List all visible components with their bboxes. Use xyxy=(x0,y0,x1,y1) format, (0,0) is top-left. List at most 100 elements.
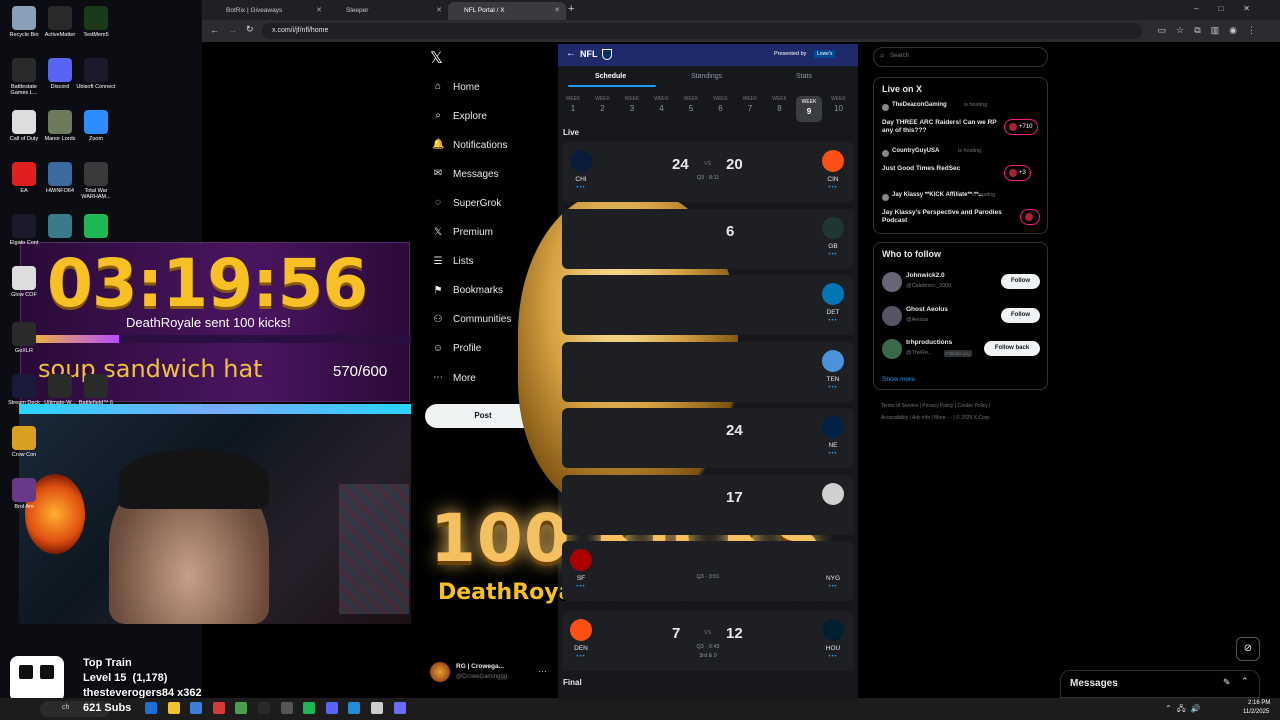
tab-sleeper[interactable]: Sleeper ✕ xyxy=(330,2,448,20)
space-title[interactable]: Day THREE ARC Raiders! Can we RP any of … xyxy=(882,119,1002,136)
week-7[interactable]: WEEK 7 xyxy=(737,96,763,113)
tab-nfl-portal[interactable]: NFL Portal / X ✕ xyxy=(448,2,566,20)
footer-links[interactable]: Terms of Service | Privacy Policy | Cook… xyxy=(881,403,990,409)
desktop-icon[interactable]: Zoom xyxy=(76,110,116,142)
desktop-icon[interactable]: Crow Con xyxy=(4,426,44,458)
taskbar-app-icon[interactable] xyxy=(303,702,316,714)
search-input[interactable]: ⌕ Search xyxy=(873,47,1048,67)
taskbar-app-icon[interactable] xyxy=(212,702,225,714)
desktop-icon[interactable]: HWiNFO64 xyxy=(40,162,80,194)
address-bar[interactable]: x.com/i/jf/nfl/home xyxy=(262,23,1142,39)
nav-item-notifications[interactable]: 🔔 Notifications xyxy=(432,139,507,151)
week-5[interactable]: WEEK 5 xyxy=(678,96,704,113)
footer-links-2[interactable]: Accessibility | Ads info | More ··· | © … xyxy=(881,415,991,421)
nav-item-more[interactable]: ⋯ More xyxy=(432,372,476,384)
chevron-up-icon[interactable]: ⌃ xyxy=(1241,676,1249,687)
minimize-icon[interactable]: – xyxy=(1194,4,1218,13)
account-switcher[interactable]: RG | Crowega... @CroweGaminggg ⋯ xyxy=(428,660,550,686)
follow-name[interactable]: trhproductions xyxy=(906,339,952,346)
follow-button[interactable]: Follow back xyxy=(984,341,1040,356)
week-4[interactable]: WEEK 4 xyxy=(649,96,675,113)
x-logo[interactable]: 𝕏 xyxy=(430,48,443,68)
sidepanel-icon[interactable]: ▥ xyxy=(1211,25,1230,35)
desktop-icon[interactable]: EA xyxy=(4,162,44,194)
desktop-icon[interactable]: ActiveMatter xyxy=(40,6,80,38)
host-name[interactable]: Jay Klassy **KICK Affiliate** **... xyxy=(892,192,983,198)
game-card[interactable]: DEN HOU ••• ••• 7 12 VS Q3 · 9:43 3rd & 9 xyxy=(562,611,854,671)
close-icon[interactable]: ✕ xyxy=(436,6,442,14)
host-name[interactable]: TheDeaconGaming xyxy=(892,102,947,108)
nav-item-profile[interactable]: ☺ Profile xyxy=(432,343,481,355)
game-card[interactable]: NE ••• 24 xyxy=(562,408,854,468)
taskbar-app-icon[interactable] xyxy=(167,702,180,714)
week-2[interactable]: WEEK 2 xyxy=(590,96,616,113)
live-listeners-badge[interactable]: +710 xyxy=(1004,119,1038,135)
nav-item-explore[interactable]: ⌕ Explore xyxy=(432,110,487,122)
game-card[interactable]: SF NYG ••• ••• Q3 · 3:01 xyxy=(562,541,854,601)
maximize-icon[interactable]: □ xyxy=(1218,4,1243,13)
follow-name[interactable]: Ghost Aeolus xyxy=(906,306,948,313)
show-more-link[interactable]: Show more xyxy=(882,376,915,383)
follow-button[interactable]: Follow xyxy=(1001,274,1040,289)
nav-item-supergrok[interactable]: ◌ SuperGrok xyxy=(432,197,501,209)
game-card[interactable]: 17 xyxy=(562,474,854,535)
desktop-icon[interactable]: Battlestate Games L... xyxy=(4,58,44,96)
taskbar-app-icon[interactable] xyxy=(190,702,203,714)
follow-name[interactable]: Johnwick2.0 xyxy=(906,272,945,279)
nav-item-bookmarks[interactable]: ⚑ Bookmarks xyxy=(432,285,504,297)
grok-button[interactable]: ⊘ xyxy=(1236,637,1260,661)
space-title[interactable]: Jay Klassy's Perspective and Parodies Po… xyxy=(882,209,1002,226)
host-name[interactable]: CountryGuyUSA xyxy=(892,148,939,154)
desktop-icon[interactable]: GoXLR xyxy=(4,322,44,354)
desktop-icon[interactable] xyxy=(76,214,116,240)
desktop-icon[interactable]: Ubisoft Connect xyxy=(76,58,116,90)
week-3[interactable]: WEEK 3 xyxy=(619,96,645,113)
desktop-icon[interactable] xyxy=(40,214,80,240)
close-icon[interactable]: ✕ xyxy=(316,6,322,14)
follow-button[interactable]: Follow xyxy=(1001,308,1040,323)
live-listeners-badge[interactable] xyxy=(1020,209,1040,225)
tab-stats[interactable]: Stats xyxy=(796,73,812,80)
taskbar-app-icon[interactable] xyxy=(280,702,293,714)
nav-item-lists[interactable]: ☰ Lists xyxy=(432,256,474,268)
taskbar-app-icon[interactable] xyxy=(348,702,361,714)
star-icon[interactable]: ☆ xyxy=(1176,25,1194,35)
game-card[interactable]: DET ••• xyxy=(562,275,854,335)
install-icon[interactable]: ▭ xyxy=(1158,25,1177,35)
game-card[interactable]: CHI CIN ••• ••• 24 20 VS Q3 · 8:11 xyxy=(562,142,854,202)
new-tab-button[interactable]: + xyxy=(568,3,574,15)
tab-standings[interactable]: Standings xyxy=(691,73,722,80)
taskbar-app-icon[interactable] xyxy=(371,702,383,714)
desktop-icon[interactable]: Stream Deck xyxy=(4,374,44,406)
reload-icon[interactable]: ↻ xyxy=(246,24,254,35)
game-card[interactable]: TEN ••• xyxy=(562,341,854,402)
desktop-icon[interactable]: TestMem5 xyxy=(76,6,116,38)
menu-icon[interactable]: ⋮ xyxy=(1247,25,1266,35)
nav-item-home[interactable]: ⌂ Home xyxy=(432,81,480,93)
desktop-icon[interactable]: Ultimate-W... xyxy=(40,374,80,406)
desktop-icon[interactable]: Recycle Bin xyxy=(4,6,44,38)
tab-schedule[interactable]: Schedule xyxy=(595,73,626,80)
tab-botrix[interactable]: BotRix | Giveaways ✕ xyxy=(210,2,328,20)
space-title[interactable]: Just Good Times RedSec xyxy=(882,165,1002,173)
nav-item-messages[interactable]: ✉ Messages xyxy=(432,168,499,180)
taskbar-app-icon[interactable] xyxy=(145,702,157,714)
week-6[interactable]: WEEK 6 xyxy=(708,96,734,113)
nav-item-premium[interactable]: 𝕏 Premium xyxy=(432,227,493,239)
forward-icon[interactable]: → xyxy=(228,25,237,35)
desktop-icon[interactable]: Total War WARHAM... xyxy=(76,162,116,200)
nav-item-communities[interactable]: ⚇ Communities xyxy=(432,314,512,326)
desktop-icon[interactable]: Discord xyxy=(40,58,80,90)
taskbar-app-icon[interactable] xyxy=(325,702,338,714)
game-card[interactable]: GB ••• 6 xyxy=(562,208,854,269)
week-9[interactable]: WEEK 9 xyxy=(796,96,822,122)
taskbar-app-icon[interactable] xyxy=(393,702,406,714)
week-10[interactable]: WEEK 10 xyxy=(826,96,852,113)
desktop-icon[interactable]: Glow COF xyxy=(4,266,44,298)
desktop-icon[interactable]: Brol Am xyxy=(4,478,44,510)
profile-avatar-icon[interactable]: ◉ xyxy=(1229,25,1247,35)
taskbar-app-icon[interactable] xyxy=(235,702,248,714)
more-icon[interactable]: ⋯ xyxy=(538,666,547,677)
taskbar-app-icon[interactable] xyxy=(258,702,270,714)
back-icon[interactable]: ← xyxy=(210,25,219,35)
